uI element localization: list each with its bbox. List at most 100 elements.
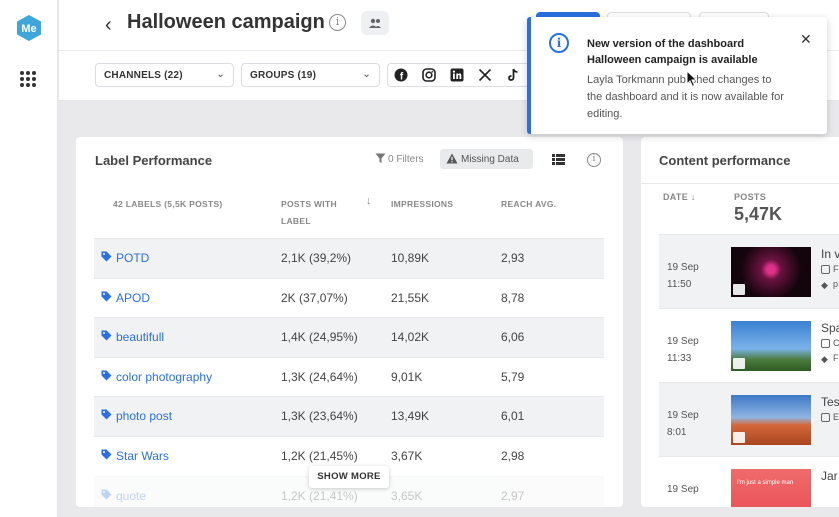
posts-value: 2,1K (39,2%) bbox=[281, 251, 352, 265]
post-meta-1: C bbox=[833, 338, 839, 348]
post-meta-2: p bbox=[833, 279, 839, 289]
facebook-icon[interactable]: f bbox=[394, 68, 408, 83]
post-title[interactable]: Spa bbox=[821, 321, 839, 335]
label-link[interactable]: quote bbox=[116, 489, 146, 503]
instagram-icon[interactable] bbox=[422, 68, 436, 82]
page-title: Halloween campaign bbox=[127, 11, 325, 33]
info-icon: i bbox=[549, 33, 569, 53]
info-icon[interactable]: i bbox=[587, 153, 601, 167]
impressions-value: 9,01K bbox=[391, 369, 423, 384]
notification-title: New version of the dashboard Halloween c… bbox=[587, 38, 758, 66]
list-view-icon[interactable] bbox=[552, 154, 565, 165]
column-header-date[interactable]: DATE ↓ bbox=[663, 192, 696, 202]
tag-icon bbox=[101, 409, 112, 420]
missing-data-badge[interactable]: Missing Data bbox=[440, 149, 533, 169]
groups-label: GROUPS (19) bbox=[250, 70, 317, 81]
table-row[interactable]: APOD 2K (37,07%) 21,55K 8,78 bbox=[94, 277, 604, 318]
post-title[interactable]: In v bbox=[821, 247, 839, 261]
column-header-impressions[interactable]: IMPRESSIONS bbox=[391, 196, 453, 213]
share-button[interactable] bbox=[361, 11, 389, 35]
label-link[interactable]: Star Wars bbox=[116, 449, 169, 463]
post-thumbnail[interactable] bbox=[731, 395, 811, 445]
post-meta-1: F bbox=[833, 264, 839, 274]
post-title[interactable]: Jar bbox=[821, 469, 838, 483]
column-header-posts[interactable]: POSTS WITH LABEL bbox=[281, 196, 337, 230]
post-thumbnail[interactable] bbox=[731, 247, 811, 297]
groups-dropdown[interactable]: GROUPS (19) ⌄ bbox=[241, 63, 380, 87]
post-row[interactable]: 19 Sep I'm just a simple man Jar bbox=[659, 456, 839, 507]
label-link[interactable]: color photography bbox=[116, 370, 212, 384]
content-performance-card: Content performance DATE ↓ POSTS 5,47K 1… bbox=[641, 137, 839, 507]
impressions-value: 3,67K bbox=[391, 448, 423, 463]
divider bbox=[641, 183, 839, 184]
linkedin-icon[interactable] bbox=[450, 68, 464, 82]
label-link[interactable]: photo post bbox=[116, 409, 172, 423]
post-date-day: 19 Sep bbox=[667, 336, 699, 347]
app-grid-icon[interactable] bbox=[20, 71, 36, 87]
svg-text:Me: Me bbox=[21, 23, 36, 35]
show-more-button[interactable]: SHOW MORE bbox=[309, 466, 389, 488]
post-title[interactable]: Tes bbox=[821, 395, 839, 409]
post-thumbnail[interactable]: I'm just a simple man bbox=[731, 469, 811, 507]
channels-dropdown[interactable]: CHANNELS (22) ⌄ bbox=[95, 63, 234, 87]
chevron-down-icon: ⌄ bbox=[216, 69, 225, 80]
posts-value: 1,3K (24,64%) bbox=[281, 369, 358, 384]
tag-icon bbox=[101, 291, 112, 302]
tag-icon: ◆ bbox=[821, 280, 828, 290]
tag-icon bbox=[101, 251, 112, 262]
thumbnail-caption: I'm just a simple man bbox=[737, 480, 794, 486]
post-row[interactable]: 19 Sep 11:33 Spa C ◆ F bbox=[659, 308, 839, 382]
column-header-reach[interactable]: REACH AVG. bbox=[501, 196, 556, 213]
table-row[interactable]: POTD 2,1K (39,2%) 10,89K 2,93 bbox=[94, 238, 604, 278]
sort-down-icon[interactable]: ↓ bbox=[366, 195, 372, 207]
table-row[interactable]: color photography 1,3K (24,64%) 9,01K 5,79 bbox=[94, 356, 604, 397]
image-icon bbox=[733, 284, 745, 295]
warning-icon bbox=[446, 153, 458, 164]
close-icon[interactable]: ✕ bbox=[800, 31, 812, 48]
label-link[interactable]: POTD bbox=[116, 251, 149, 265]
column-header-labels[interactable]: 42 LABELS (5,5K POSTS) bbox=[113, 196, 223, 213]
post-row[interactable]: 19 Sep 11:50 In v F ◆ p bbox=[659, 234, 839, 308]
instagram-icon bbox=[821, 339, 830, 348]
filters-button[interactable]: 0 Filters bbox=[375, 153, 424, 165]
post-date-day: 19 Sep bbox=[667, 410, 699, 421]
card-title: Content performance bbox=[659, 153, 791, 168]
funnel-icon bbox=[375, 153, 386, 163]
reach-value: 6,01 bbox=[501, 409, 525, 424]
tiktok-icon[interactable] bbox=[506, 68, 520, 82]
table-row[interactable]: photo post 1,3K (23,64%) 13,49K 6,01 bbox=[94, 396, 604, 436]
reach-value: 2,97 bbox=[501, 488, 525, 503]
posts-value: 1,2K (21,45%) bbox=[281, 448, 358, 463]
reach-value: 8,78 bbox=[501, 290, 525, 305]
channels-label: CHANNELS (22) bbox=[104, 70, 183, 81]
chevron-left-icon[interactable]: ‹ bbox=[105, 14, 112, 37]
chevron-down-icon: ⌄ bbox=[362, 69, 371, 80]
people-icon bbox=[369, 18, 381, 28]
post-date: 19 Sep bbox=[667, 481, 699, 498]
post-meta-1: E bbox=[833, 412, 839, 422]
reach-value: 5,79 bbox=[501, 369, 525, 384]
info-icon[interactable]: i bbox=[329, 14, 346, 31]
card-title: Label Performance bbox=[95, 153, 213, 168]
posts-header-line1: POSTS WITH bbox=[281, 199, 337, 209]
reach-value: 2,93 bbox=[501, 251, 525, 265]
post-time: 11:50 bbox=[667, 279, 692, 290]
posts-value: 2K (37,07%) bbox=[281, 290, 348, 305]
impressions-value: 13,49K bbox=[391, 409, 430, 424]
column-header-posts[interactable]: POSTS bbox=[734, 192, 766, 202]
tag-icon: ◆ bbox=[821, 354, 828, 364]
table-row[interactable]: beautifull 1,4K (24,95%) 14,02K 6,06 bbox=[94, 317, 604, 357]
update-notification: i New version of the dashboard Halloween… bbox=[527, 17, 827, 134]
date-header-label: DATE bbox=[663, 192, 689, 202]
label-link[interactable]: APOD bbox=[116, 291, 150, 305]
label-link[interactable]: beautifull bbox=[116, 330, 164, 344]
post-row[interactable]: 19 Sep 8:01 Tes E bbox=[659, 382, 839, 456]
instagram-icon bbox=[821, 265, 830, 274]
app-logo[interactable]: Me bbox=[16, 14, 42, 42]
post-thumbnail[interactable] bbox=[731, 321, 811, 371]
x-icon[interactable] bbox=[478, 68, 492, 82]
impressions-value: 3,65K bbox=[391, 488, 423, 503]
mouse-cursor-icon bbox=[686, 70, 698, 88]
tag-icon bbox=[101, 370, 112, 381]
tag-icon bbox=[101, 330, 112, 341]
